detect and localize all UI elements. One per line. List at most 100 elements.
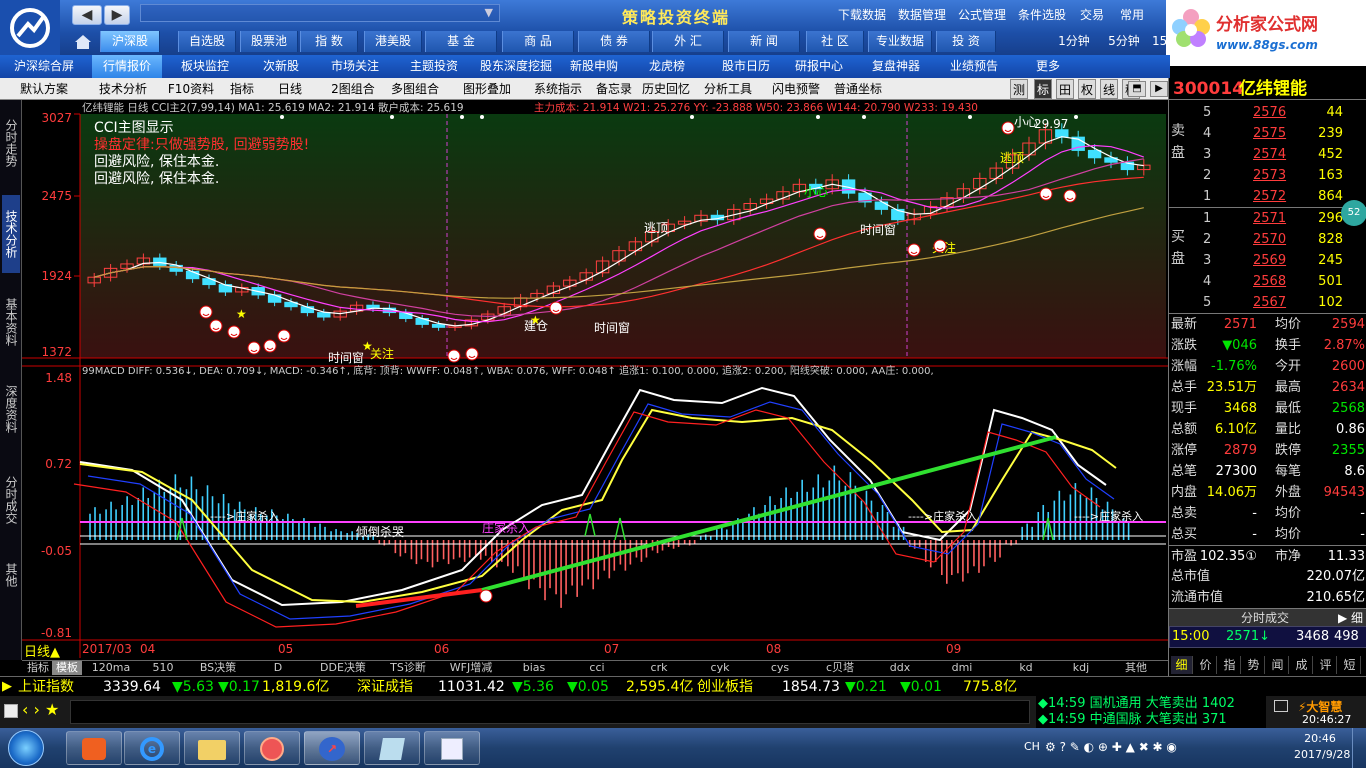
ask-row[interactable]: 1 2572 864 bbox=[1169, 186, 1366, 207]
ask-row[interactable]: 4 2575 239 bbox=[1169, 123, 1366, 144]
sub-nav-item[interactable]: 复盘神器 bbox=[862, 55, 930, 78]
indicator-tab[interactable]: cyk bbox=[692, 661, 748, 675]
trading-app-icon[interactable]: ↗ bbox=[304, 731, 360, 765]
sz-name[interactable]: 深证成指 bbox=[357, 677, 413, 697]
sub-nav-item[interactable]: 龙虎榜 bbox=[634, 55, 700, 78]
market-tab[interactable]: 新 闻 bbox=[728, 31, 800, 52]
ask-row[interactable]: 5 2576 44 bbox=[1169, 102, 1366, 123]
indicator-tab[interactable]: 模板 bbox=[52, 661, 82, 675]
ime-indicator[interactable]: CH bbox=[1024, 740, 1040, 753]
indicator-tab[interactable]: 指标 bbox=[24, 661, 52, 675]
market-tab[interactable]: 商 品 bbox=[502, 31, 574, 52]
sub-nav-item[interactable]: 主题投资 bbox=[402, 55, 466, 78]
panel-tab[interactable]: 成 bbox=[1291, 656, 1313, 674]
market-tab[interactable]: 15 bbox=[1152, 31, 1167, 52]
bid-row[interactable]: 2 2570 828 bbox=[1169, 229, 1366, 250]
market-tab[interactable]: 沪深股 bbox=[100, 31, 160, 52]
forward-button[interactable]: ▶ bbox=[104, 5, 130, 25]
toolbar-toggle[interactable]: 田 bbox=[1056, 79, 1074, 99]
nav-arrows-icon[interactable]: ‹ › ★ bbox=[22, 700, 59, 719]
indicator-tab[interactable]: DDE决策 bbox=[310, 661, 376, 675]
left-tab[interactable]: 深度资料 bbox=[2, 370, 20, 448]
toolbar-toggle[interactable]: 权 bbox=[1078, 79, 1096, 99]
explorer-icon[interactable] bbox=[184, 731, 240, 765]
toolbar-button[interactable]: 闪电预警 bbox=[768, 79, 824, 99]
sub-nav-item[interactable]: 股东深度挖掘 bbox=[474, 55, 558, 78]
float-badge[interactable]: 52 bbox=[1341, 200, 1366, 226]
start-button-icon[interactable] bbox=[8, 730, 44, 766]
toolbar-button[interactable]: 备忘录 bbox=[592, 79, 636, 99]
panel-tab[interactable]: 势 bbox=[1243, 656, 1265, 674]
editor-icon[interactable] bbox=[424, 731, 480, 765]
panel-tab[interactable]: 短 bbox=[1339, 656, 1361, 674]
market-tab[interactable]: 投 资 bbox=[936, 31, 996, 52]
sub-nav-item[interactable]: 板块监控 bbox=[170, 55, 240, 78]
fenshi-detail-button[interactable]: ▶ 细 bbox=[1338, 609, 1363, 627]
indicator-tab[interactable]: kdj bbox=[1060, 661, 1102, 675]
toolbar-button[interactable]: 默认方案 bbox=[12, 79, 76, 99]
market-tab[interactable]: 社 区 bbox=[806, 31, 864, 52]
back-button[interactable]: ◀ bbox=[72, 5, 102, 25]
indicator-tab[interactable]: 120ma bbox=[86, 661, 136, 675]
panel-tab[interactable]: 细 bbox=[1171, 656, 1193, 674]
panel-tab[interactable]: 闻 bbox=[1267, 656, 1289, 674]
market-tab[interactable]: 债 券 bbox=[578, 31, 650, 52]
home-icon[interactable] bbox=[70, 31, 96, 52]
kline-chart[interactable]: 亿纬锂能 日线 CCI主2(7,99,14) MA1: 25.619 MA2: … bbox=[22, 100, 1168, 660]
indicator-tab[interactable]: kd bbox=[996, 661, 1056, 675]
ask-row[interactable]: 2 2573 163 bbox=[1169, 165, 1366, 186]
tray-icons[interactable]: ⚙ ? ✎ ◐ ⊕ ✚ ▲ ✖ ✱ ◉ bbox=[1045, 740, 1177, 754]
sub-nav-item[interactable]: 市场关注 bbox=[320, 55, 390, 78]
clock-time[interactable]: 20:46 bbox=[1298, 732, 1342, 745]
left-tab[interactable]: 技术分析 bbox=[2, 195, 20, 273]
dropdown-arrow-icon[interactable]: ▼ bbox=[485, 6, 493, 19]
indicator-tab[interactable]: c贝塔 bbox=[812, 661, 868, 675]
top-menu-item[interactable]: 公式管理 bbox=[958, 6, 1006, 23]
indicator-tab[interactable]: BS决策 bbox=[190, 661, 246, 675]
sub-nav-item[interactable]: 次新股 bbox=[250, 55, 312, 78]
left-tab[interactable]: 基本资料 bbox=[2, 282, 20, 362]
chart-area[interactable]: 亿纬锂能 日线 CCI主2(7,99,14) MA1: 25.619 MA2: … bbox=[22, 100, 1168, 660]
toolbar-button[interactable]: 2图组合 bbox=[326, 79, 380, 99]
sub-nav-item[interactable]: 业绩预告 bbox=[936, 55, 1012, 78]
period-label[interactable]: 日线▲ bbox=[24, 645, 60, 660]
panel-tab[interactable]: 价 bbox=[1195, 656, 1217, 674]
ie-browser-icon[interactable]: e bbox=[124, 731, 180, 765]
toolbar-button[interactable]: 图形叠加 bbox=[458, 79, 516, 99]
indicator-tab[interactable]: crk bbox=[630, 661, 688, 675]
clock-date[interactable]: 2017/9/28 bbox=[1294, 748, 1350, 761]
toolbar-button[interactable]: 分析工具 bbox=[700, 79, 756, 99]
indicator-tab[interactable]: bias bbox=[506, 661, 562, 675]
left-tab[interactable]: 其他 bbox=[2, 550, 20, 600]
left-tab[interactable]: 分时成交 bbox=[2, 460, 20, 540]
toolbar-button[interactable]: 历史回忆 bbox=[640, 79, 692, 99]
cy-name[interactable]: 创业板指 bbox=[697, 677, 753, 697]
toolbar-button[interactable]: 日线 bbox=[268, 79, 312, 99]
left-tab[interactable]: 分时走势 bbox=[2, 108, 20, 178]
indicator-tab[interactable]: cys bbox=[752, 661, 808, 675]
market-tab[interactable]: 基 金 bbox=[425, 31, 497, 52]
top-menu-item[interactable]: 条件选股 bbox=[1018, 6, 1066, 23]
media-player-icon[interactable] bbox=[66, 731, 122, 765]
bid-row[interactable]: 4 2568 501 bbox=[1169, 271, 1366, 292]
market-tab[interactable]: 指 数 bbox=[300, 31, 358, 52]
indicator-tab[interactable]: cci bbox=[568, 661, 626, 675]
panel-tab[interactable]: 指 bbox=[1219, 656, 1241, 674]
sub-nav-item[interactable]: 新股申购 bbox=[562, 55, 626, 78]
sub-nav-item[interactable]: 股市日历 bbox=[712, 55, 780, 78]
indicator-tab[interactable]: 510 bbox=[140, 661, 186, 675]
toolbar-button[interactable]: 普通坐标 bbox=[830, 79, 886, 99]
indicator-tab[interactable]: 其他 bbox=[1106, 661, 1166, 675]
bid-row[interactable]: 3 2569 245 bbox=[1169, 250, 1366, 271]
top-menu-item[interactable]: 常用 bbox=[1120, 6, 1144, 23]
ask-row[interactable]: 3 2574 452 bbox=[1169, 144, 1366, 165]
market-tab[interactable]: 5分钟 bbox=[1100, 31, 1148, 52]
notepad-icon[interactable] bbox=[364, 731, 420, 765]
indicator-tab[interactable]: D bbox=[250, 661, 306, 675]
panel-tab[interactable]: 评 bbox=[1315, 656, 1337, 674]
market-tab[interactable]: 港美股 bbox=[364, 31, 422, 52]
market-tab[interactable]: 专业数据 bbox=[868, 31, 932, 52]
address-combo[interactable]: ▼ bbox=[140, 4, 500, 22]
sub-nav-item[interactable]: 沪深综合屏 bbox=[4, 55, 84, 78]
indicator-tab[interactable]: WFJ增减 bbox=[440, 661, 502, 675]
